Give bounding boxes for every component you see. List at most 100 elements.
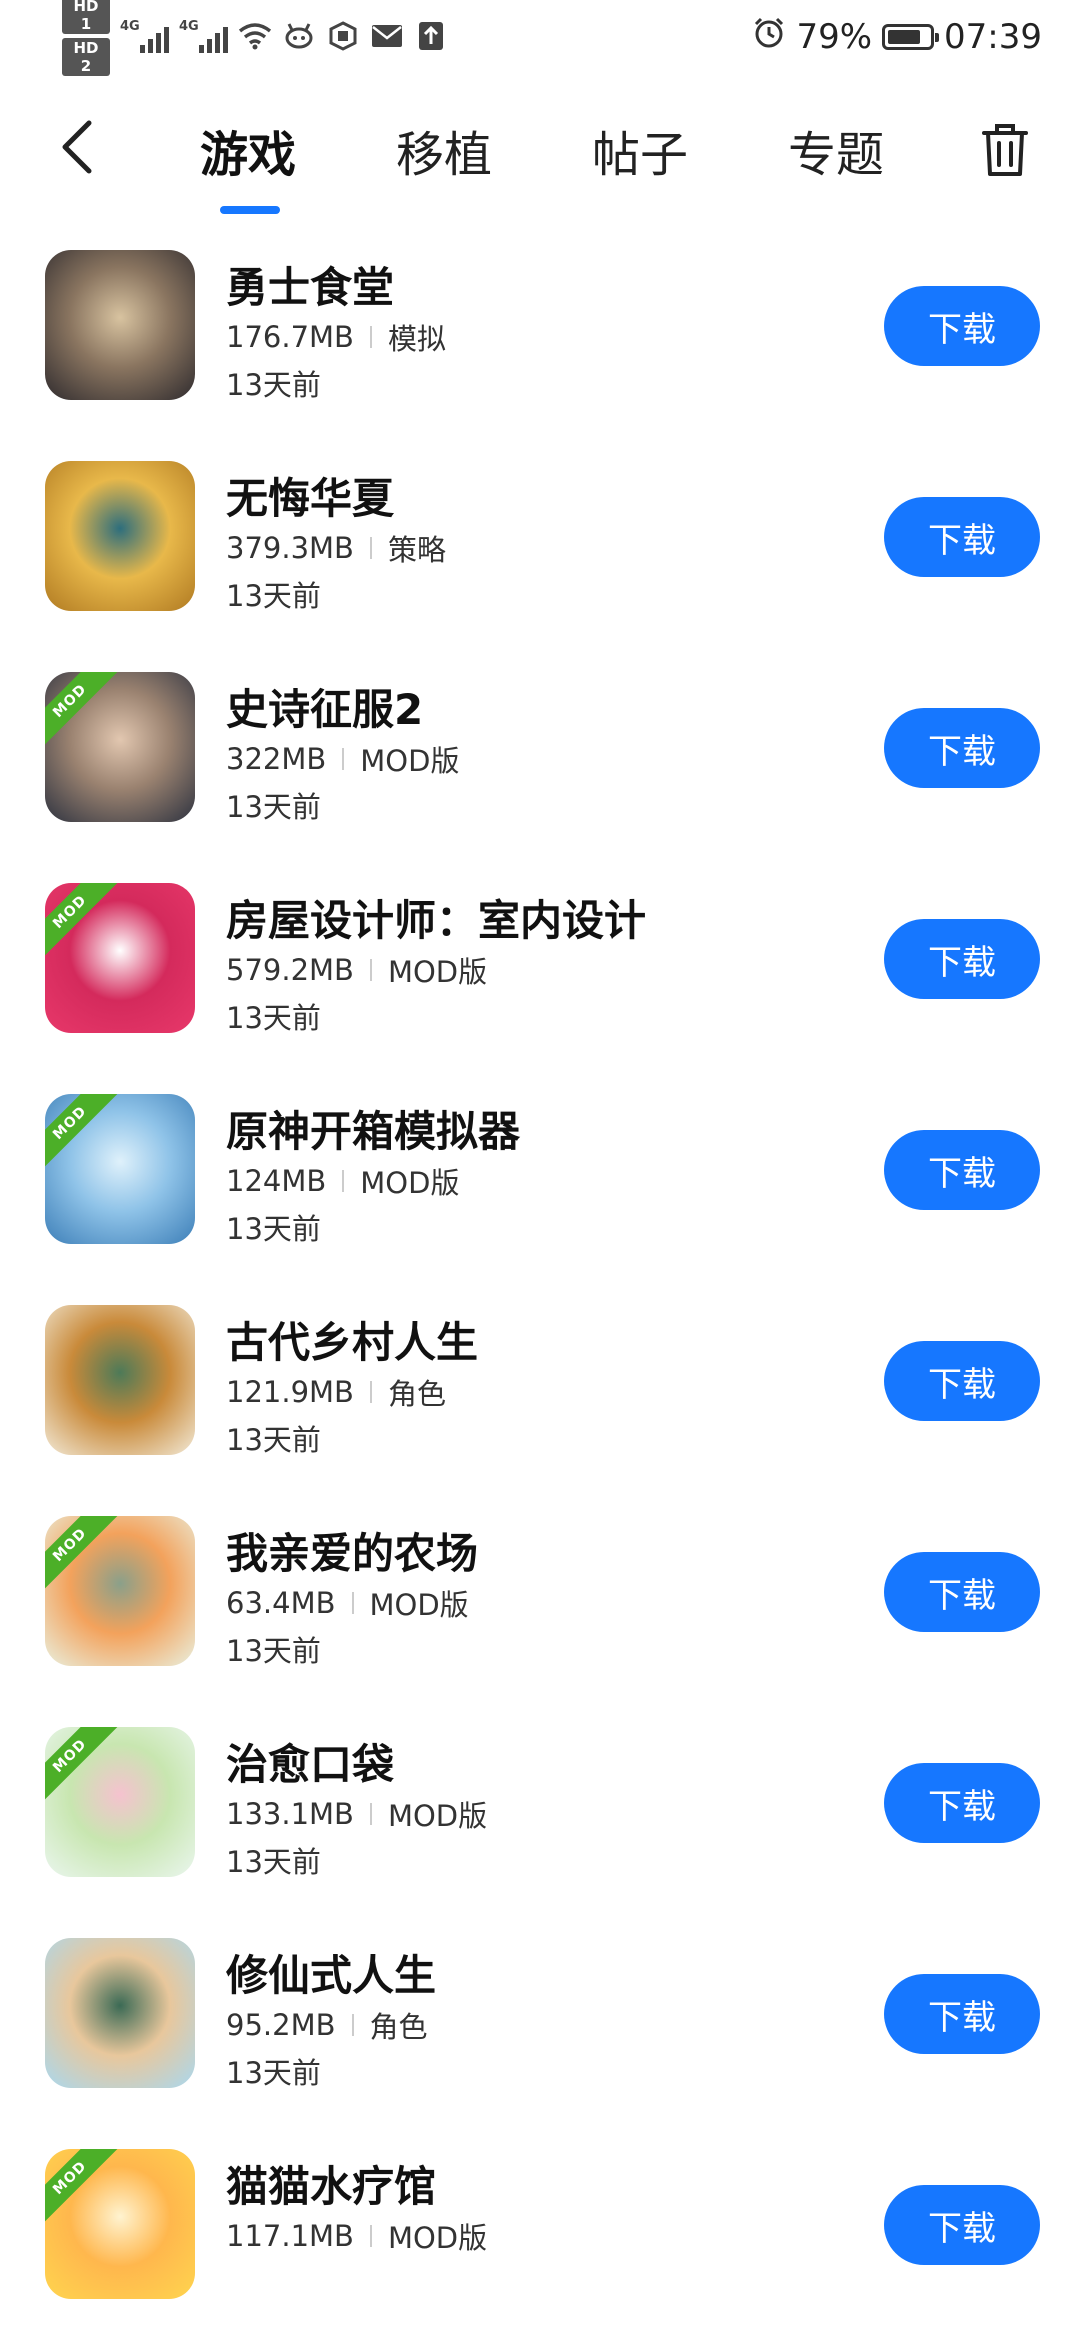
mod-badge: MOD — [45, 883, 126, 968]
category: 策略 — [387, 533, 446, 567]
app-notification-icon — [282, 19, 316, 53]
meta-divider — [369, 537, 372, 559]
mod-badge: MOD — [45, 672, 126, 757]
mail-icon — [370, 19, 404, 53]
ancient-village-icon[interactable] — [45, 1305, 195, 1455]
signal-1-icon: 4G — [120, 19, 169, 53]
mod-badge: MOD — [45, 1094, 126, 1179]
delete-button[interactable] — [970, 110, 1040, 190]
list-item[interactable]: MOD 我亲爱的农场 63.4MB MOD版 13天前 下载 — [0, 1496, 1080, 1707]
tab-2[interactable]: 移植 — [376, 110, 572, 190]
list-item[interactable]: MOD 原神开箱模拟器 124MB MOD版 13天前 下载 — [0, 1074, 1080, 1285]
update-time: 13天前 — [226, 1634, 321, 1668]
shield-hand-icon — [326, 19, 360, 53]
back-arrow-icon — [62, 120, 92, 174]
category: 模拟 — [387, 322, 446, 356]
network-2-label: 4G — [179, 19, 199, 34]
status-right: 79% 07:39 — [752, 10, 1042, 64]
game-title[interactable]: 治愈口袋 — [226, 1731, 394, 1792]
battery-icon — [882, 24, 940, 50]
healing-pocket-icon[interactable]: MOD — [45, 1727, 195, 1877]
game-list: 勇士食堂 176.7MB 模拟 13天前 下载 无悔华夏 379.3MB 策略 13天前 下载 MO… — [0, 230, 1080, 2340]
genshin-box-icon[interactable]: MOD — [45, 1094, 195, 1244]
download-button[interactable]: 下载 — [884, 708, 1040, 788]
tab-label: 帖子 — [592, 127, 689, 183]
meta-divider — [369, 1381, 372, 1403]
download-button[interactable]: 下载 — [884, 1130, 1040, 1210]
list-item[interactable]: MOD 史诗征服2 322MB MOD版 13天前 下载 — [0, 652, 1080, 863]
game-title[interactable]: 房屋设计师：室内设计 — [226, 887, 646, 948]
tab-label: 游戏 — [200, 127, 297, 183]
game-title[interactable]: 勇士食堂 — [226, 254, 394, 315]
update-time: 13天前 — [226, 1212, 321, 1246]
meta-divider — [351, 1592, 354, 1614]
download-button[interactable]: 下载 — [884, 286, 1040, 366]
trash-icon — [982, 124, 1028, 176]
game-title[interactable]: 修仙式人生 — [226, 1942, 436, 2003]
tab-bar: 游戏 移植 帖子 专题 — [180, 110, 964, 214]
epic-conquest-icon[interactable]: MOD — [45, 672, 195, 822]
file-size: 322MB — [226, 742, 327, 776]
update-time: 13天前 — [226, 2056, 321, 2090]
warrior-canteen-icon[interactable] — [45, 250, 195, 400]
cat-spa-icon[interactable]: MOD — [45, 2149, 195, 2299]
tab-4[interactable]: 专题 — [768, 110, 964, 190]
game-meta: 379.3MB 策略 — [226, 527, 446, 569]
game-title[interactable]: 猫猫水疗馆 — [226, 2153, 436, 2214]
game-meta: 322MB MOD版 — [226, 738, 459, 780]
update-time: 13天前 — [226, 1845, 321, 1879]
file-size: 117.1MB — [226, 2219, 354, 2253]
tab-label: 专题 — [788, 127, 885, 183]
category: MOD版 — [360, 744, 460, 778]
file-size: 379.3MB — [226, 531, 354, 565]
category: 角色 — [387, 1377, 446, 1411]
active-tab-indicator — [220, 206, 280, 214]
game-title[interactable]: 原神开箱模拟器 — [226, 1098, 520, 1159]
game-title[interactable]: 史诗征服2 — [226, 676, 423, 737]
meta-divider — [342, 1170, 345, 1192]
update-time: 13天前 — [226, 579, 321, 613]
game-meta: 63.4MB MOD版 — [226, 1582, 469, 1624]
game-title[interactable]: 古代乡村人生 — [226, 1309, 478, 1370]
upload-icon — [414, 19, 448, 53]
meta-divider — [342, 748, 345, 770]
signal-2-icon: 4G — [179, 19, 228, 53]
meta-divider — [369, 326, 372, 348]
hd1-badge: HD 1 — [62, 0, 110, 34]
list-item[interactable]: 勇士食堂 176.7MB 模拟 13天前 下载 — [0, 230, 1080, 441]
meta-divider — [369, 1803, 372, 1825]
download-button[interactable]: 下载 — [884, 1974, 1040, 2054]
download-button[interactable]: 下载 — [884, 497, 1040, 577]
tab-3[interactable]: 帖子 — [572, 110, 768, 190]
list-item[interactable]: MOD 猫猫水疗馆 117.1MB MOD版 下载 — [0, 2129, 1080, 2340]
category: MOD版 — [360, 1166, 460, 1200]
download-button[interactable]: 下载 — [884, 1552, 1040, 1632]
battery-fill — [888, 30, 921, 44]
file-size: 133.1MB — [226, 1797, 354, 1831]
game-title[interactable]: 无悔华夏 — [226, 465, 394, 526]
game-meta: 133.1MB MOD版 — [226, 1793, 487, 1835]
battery-percent: 79% — [796, 17, 873, 57]
list-item[interactable]: 古代乡村人生 121.9MB 角色 13天前 下载 — [0, 1285, 1080, 1496]
tab-1[interactable]: 游戏 — [180, 110, 376, 214]
home-design-icon[interactable]: MOD — [45, 883, 195, 1033]
download-button[interactable]: 下载 — [884, 1763, 1040, 1843]
list-item[interactable]: 无悔华夏 379.3MB 策略 13天前 下载 — [0, 441, 1080, 652]
download-button[interactable]: 下载 — [884, 2185, 1040, 2265]
game-title[interactable]: 我亲爱的农场 — [226, 1520, 478, 1581]
mod-badge: MOD — [45, 2149, 126, 2234]
tab-label: 移植 — [396, 127, 493, 183]
list-item[interactable]: MOD 治愈口袋 133.1MB MOD版 13天前 下载 — [0, 1707, 1080, 1918]
category: MOD版 — [369, 1588, 469, 1622]
my-dear-farm-icon[interactable]: MOD — [45, 1516, 195, 1666]
meta-divider — [369, 959, 372, 981]
list-item[interactable]: MOD 房屋设计师：室内设计 579.2MB MOD版 13天前 下载 — [0, 863, 1080, 1074]
back-button[interactable] — [52, 112, 102, 182]
file-size: 95.2MB — [226, 2008, 336, 2042]
download-button[interactable]: 下载 — [884, 1341, 1040, 1421]
file-size: 63.4MB — [226, 1586, 336, 1620]
wuhui-huaxia-icon[interactable] — [45, 461, 195, 611]
download-button[interactable]: 下载 — [884, 919, 1040, 999]
cultivation-life-icon[interactable] — [45, 1938, 195, 2088]
list-item[interactable]: 修仙式人生 95.2MB 角色 13天前 下载 — [0, 1918, 1080, 2129]
